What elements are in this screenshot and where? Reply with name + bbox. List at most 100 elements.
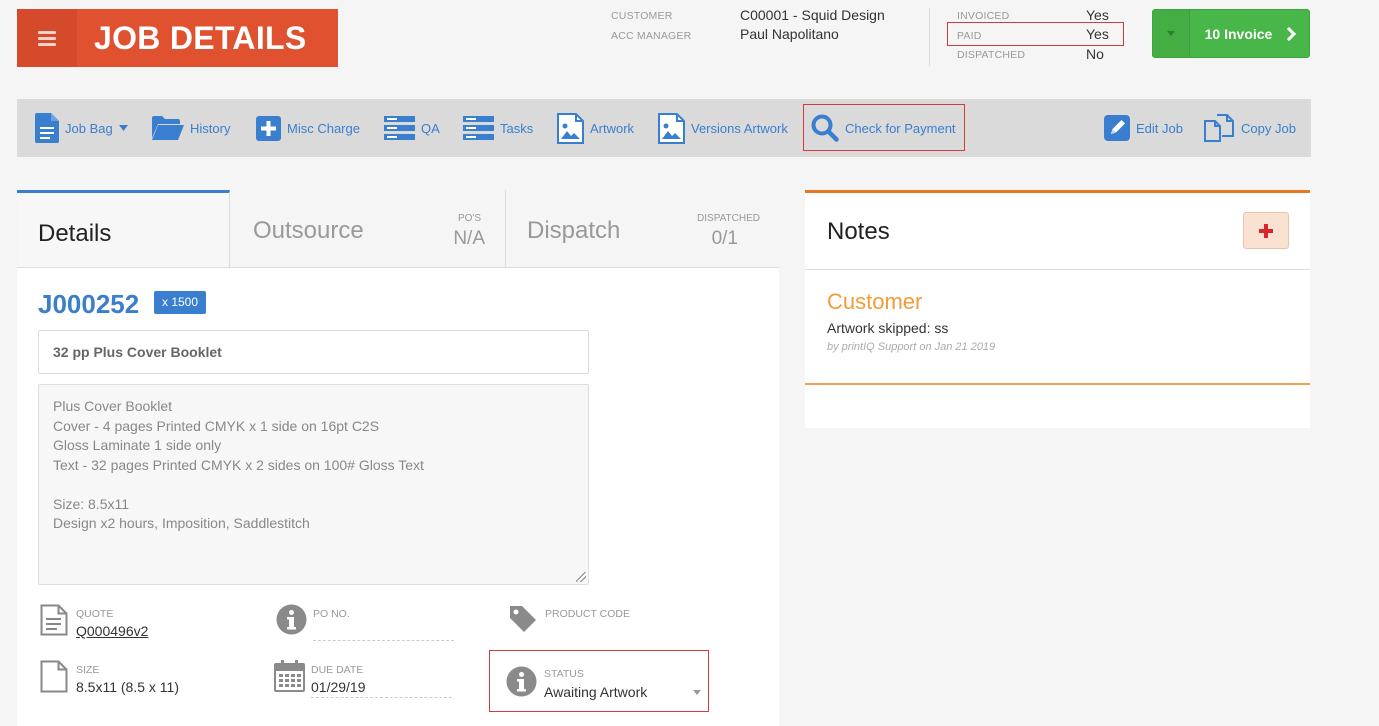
po-number-label: PO NO. — [313, 608, 350, 620]
document-icon — [35, 113, 59, 143]
tasks-button[interactable]: Tasks — [463, 99, 533, 157]
tab-dispatch[interactable]: Dispatch DISPATCHED 0/1 — [506, 190, 779, 268]
artwork-button[interactable]: Artwork — [557, 99, 634, 157]
notes-title: Notes — [827, 218, 890, 245]
resize-handle-icon[interactable] — [576, 572, 586, 582]
notes-header: Notes — [805, 193, 1310, 270]
copy-job-button[interactable]: Copy Job — [1203, 99, 1296, 157]
description-line: Cover - 4 pages Printed CMYK x 1 side on… — [53, 417, 380, 434]
history-button[interactable]: History — [152, 99, 230, 157]
header-divider — [929, 8, 930, 66]
tab-outsource[interactable]: Outsource PO'S N/A — [230, 190, 506, 268]
note-category: Customer — [827, 289, 923, 314]
calendar-icon — [274, 660, 305, 692]
description-line: Plus Cover Booklet — [53, 398, 173, 414]
invoiced-value: Yes — [1086, 7, 1109, 23]
misc-charge-label: Misc Charge — [287, 120, 360, 136]
job-bag-button[interactable]: Job Bag — [35, 99, 128, 157]
notes-panel: Notes Customer Artwork skipped: ss by pr… — [805, 190, 1310, 428]
copy-job-label: Copy Job — [1241, 120, 1296, 136]
chevron-right-icon — [1282, 26, 1297, 41]
invoice-dropdown-toggle[interactable] — [1153, 10, 1190, 57]
action-toolbar: Job Bag History Misc Charge QA Tasks Art… — [17, 99, 1311, 157]
qa-label: QA — [421, 120, 440, 136]
quote-link[interactable]: Q000496v2 — [76, 623, 148, 639]
chevron-down-icon[interactable] — [693, 690, 701, 695]
tab-details[interactable]: Details — [17, 190, 230, 268]
document-outline-icon — [40, 604, 68, 636]
dispatched-tab-label: DISPATCHED — [697, 213, 760, 224]
customer-value[interactable]: C00001 - Squid Design — [740, 7, 885, 23]
tasks-list-icon — [463, 116, 494, 140]
page-title: JOB DETAILS — [94, 19, 307, 56]
plus-square-icon — [256, 115, 281, 141]
due-date-underline — [311, 697, 452, 698]
page-header: JOB DETAILS — [17, 9, 338, 67]
invoiced-label: INVOICED — [957, 10, 1010, 22]
tab-outsource-label: Outsource — [253, 217, 364, 244]
invoice-button[interactable]: 10 Invoice — [1190, 10, 1309, 57]
status-label: STATUS — [544, 668, 584, 680]
acc-manager-value: Paul Napolitano — [740, 26, 839, 42]
info-icon — [276, 604, 307, 635]
info-icon — [506, 666, 537, 697]
pos-value: N/A — [453, 228, 485, 249]
paid-highlight-box — [947, 22, 1124, 46]
history-label: History — [190, 120, 231, 136]
caret-down-icon — [1167, 31, 1175, 36]
due-date-label: DUE DATE — [311, 664, 364, 676]
job-bag-label: Job Bag — [65, 120, 113, 136]
versions-artwork-label: Versions Artwork — [691, 120, 788, 136]
size-value: 8.5x11 (8.5 x 11) — [76, 679, 179, 695]
description-line: Design x2 hours, Imposition, Saddlestitc… — [53, 515, 310, 531]
list-icon — [384, 116, 415, 140]
qa-button[interactable]: QA — [384, 99, 440, 157]
details-tab-bar: Details Outsource PO'S N/A Dispatch DISP… — [17, 190, 779, 268]
image-file-icon — [658, 112, 685, 144]
description-line: Text - 32 pages Printed CMYK x 2 sides o… — [53, 456, 424, 473]
po-number-underline — [313, 640, 454, 641]
plus-icon — [1259, 223, 1273, 238]
hamburger-icon — [38, 28, 56, 49]
edit-job-button[interactable]: Edit Job — [1104, 99, 1183, 157]
product-code-label: PRODUCT CODE — [545, 608, 630, 620]
dispatched-tab-value: 0/1 — [711, 228, 738, 249]
job-details-panel: Details Outsource PO'S N/A Dispatch DISP… — [17, 190, 779, 726]
artwork-label: Artwork — [590, 120, 635, 136]
job-description-textarea[interactable]: Plus Cover Booklet Cover - 4 pages Print… — [38, 384, 589, 585]
invoice-button-group: 10 Invoice — [1152, 9, 1310, 58]
acc-manager-label: ACC MANAGER — [611, 30, 692, 42]
status-select[interactable]: Awaiting Artwork — [544, 684, 647, 700]
quote-label: QUOTE — [76, 608, 114, 620]
image-file-icon — [557, 112, 584, 144]
dispatched-label: DISPATCHED — [957, 49, 1026, 61]
description-line: Size: 8.5x11 — [53, 495, 130, 512]
menu-button[interactable] — [17, 9, 77, 67]
note-text: Artwork skipped: ss — [827, 320, 949, 336]
size-label: SIZE — [76, 664, 100, 676]
edit-icon — [1104, 115, 1130, 141]
versions-artwork-button[interactable]: Versions Artwork — [658, 99, 788, 157]
description-line: Gloss Laminate 1 side only — [53, 437, 222, 453]
quantity-badge: x 1500 — [154, 291, 207, 314]
description-line — [53, 475, 574, 495]
folder-open-icon — [152, 116, 184, 140]
file-outline-icon — [40, 660, 68, 693]
add-note-button[interactable] — [1243, 212, 1289, 249]
pos-label: PO'S — [457, 213, 481, 224]
note-meta: by printIQ Support on Jan 21 2019 — [827, 341, 996, 353]
tab-details-label: Details — [38, 220, 112, 247]
customer-label: CUSTOMER — [611, 10, 673, 22]
copy-icon — [1204, 114, 1234, 142]
tag-icon — [510, 606, 536, 632]
edit-job-label: Edit Job — [1136, 120, 1183, 136]
tasks-label: Tasks — [500, 120, 534, 136]
misc-charge-button[interactable]: Misc Charge — [256, 99, 360, 157]
check-for-payment-highlight-box — [803, 104, 965, 151]
note-divider — [805, 383, 1310, 385]
caret-down-icon — [118, 125, 128, 131]
due-date-input[interactable]: 01/29/19 — [311, 679, 366, 695]
job-title-input[interactable]: 32 pp Plus Cover Booklet — [38, 330, 589, 374]
tab-dispatch-label: Dispatch — [527, 217, 621, 244]
invoice-button-label: 10 Invoice — [1204, 25, 1273, 42]
